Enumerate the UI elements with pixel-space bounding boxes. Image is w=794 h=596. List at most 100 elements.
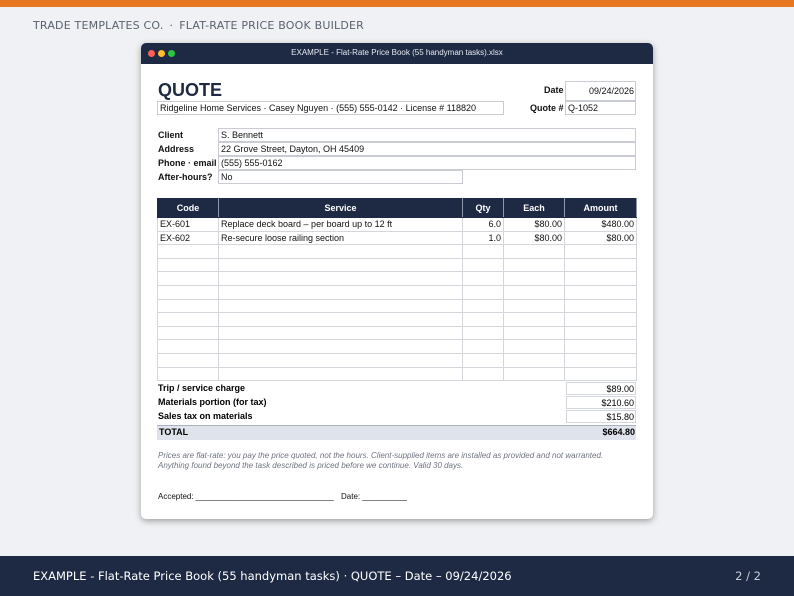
cell-amount[interactable]	[564, 284, 637, 300]
date-cell[interactable]: 09/24/2026	[565, 81, 636, 101]
cell-qty[interactable]	[462, 257, 504, 273]
table-row	[157, 312, 637, 327]
cell-qty[interactable]	[462, 244, 504, 259]
cell-code[interactable]: EX-601	[157, 217, 219, 232]
cell-amount[interactable]	[564, 298, 637, 314]
cell-each[interactable]	[503, 339, 565, 354]
after-hours-cell[interactable]: No	[218, 170, 463, 184]
table-row	[157, 284, 637, 300]
cell-each[interactable]	[503, 257, 565, 273]
cell-service[interactable]	[218, 312, 463, 327]
cell-service[interactable]	[218, 284, 463, 300]
date-label: Date	[544, 85, 564, 95]
cell-qty[interactable]	[462, 352, 504, 368]
sales-tax-value[interactable]: $15.80	[566, 410, 636, 423]
brand-header: TRADE TEMPLATES CO. · FLAT-RATE PRICE BOOK…	[33, 19, 364, 32]
column-header-service[interactable]: Service	[218, 198, 463, 218]
cell-each[interactable]	[503, 284, 565, 300]
table-row	[157, 257, 637, 273]
cell-qty[interactable]	[462, 298, 504, 314]
column-header-code[interactable]: Code	[157, 198, 219, 218]
materials-label: Materials portion (for tax)	[158, 397, 267, 407]
cell-each[interactable]	[503, 244, 565, 259]
cell-service[interactable]: Replace deck board – per board up to 12 …	[218, 217, 463, 232]
cell-each[interactable]: $80.00	[503, 217, 565, 232]
column-header-qty[interactable]: Qty	[462, 198, 504, 218]
cell-amount[interactable]	[564, 339, 637, 354]
quote-title: QUOTE	[158, 80, 223, 100]
client-label: Client	[158, 130, 184, 140]
cell-code[interactable]	[157, 284, 219, 300]
client-cell[interactable]: S. Bennett	[218, 128, 636, 142]
cell-amount[interactable]: $80.00	[564, 230, 637, 246]
cell-code[interactable]	[157, 339, 219, 354]
quote-number-cell[interactable]: Q-1052	[565, 101, 636, 115]
accepted-date-line[interactable]: Date: __________	[341, 492, 407, 501]
accepted-signature-line[interactable]: Accepted: ______________________________…	[158, 492, 334, 501]
table-row	[157, 298, 637, 314]
cell-qty[interactable]: 1.0	[462, 230, 504, 246]
column-header-each[interactable]: Each	[503, 198, 565, 218]
sales-tax-label: Sales tax on materials	[158, 411, 253, 421]
cell-amount[interactable]: $480.00	[564, 217, 637, 232]
cell-service[interactable]	[218, 366, 463, 382]
spreadsheet-window: EXAMPLE - Flat-Rate Price Book (55 handy…	[141, 43, 653, 519]
column-header-amount[interactable]: Amount	[564, 198, 637, 218]
table-row	[157, 339, 637, 354]
cell-amount[interactable]	[564, 244, 637, 259]
cell-service[interactable]	[218, 298, 463, 314]
cell-service[interactable]	[218, 352, 463, 368]
line-items-body: EX-601 Replace deck board – per board up …	[157, 217, 637, 382]
cell-amount[interactable]	[564, 366, 637, 382]
cell-qty[interactable]	[462, 366, 504, 382]
cell-service[interactable]	[218, 244, 463, 259]
cell-each[interactable]	[503, 271, 565, 286]
cell-code[interactable]: EX-602	[157, 230, 219, 246]
accent-top-bar	[0, 0, 794, 7]
cell-amount[interactable]	[564, 257, 637, 273]
cell-amount[interactable]	[564, 352, 637, 368]
trip-charge-value[interactable]: $89.00	[566, 382, 636, 395]
cell-each[interactable]: $80.00	[503, 230, 565, 246]
phone-email-cell[interactable]: (555) 555-0162	[218, 156, 636, 170]
cell-qty[interactable]	[462, 271, 504, 286]
cell-service[interactable]	[218, 325, 463, 341]
cell-each[interactable]	[503, 325, 565, 341]
materials-value[interactable]: $210.60	[566, 396, 636, 409]
line-items-table: Code Service Qty Each Amount EX-601 Repla…	[157, 198, 637, 382]
cell-code[interactable]	[157, 366, 219, 382]
cell-each[interactable]	[503, 312, 565, 327]
cell-each[interactable]	[503, 298, 565, 314]
cell-qty[interactable]	[462, 284, 504, 300]
total-row: TOTAL $664.80	[157, 425, 636, 440]
cell-qty[interactable]: 6.0	[462, 217, 504, 232]
quote-number-label: Quote #	[530, 103, 564, 113]
cell-service[interactable]	[218, 257, 463, 273]
cell-amount[interactable]	[564, 325, 637, 341]
cell-qty[interactable]	[462, 339, 504, 354]
cell-code[interactable]	[157, 325, 219, 341]
table-row: EX-602 Re-secure loose railing section 1.0…	[157, 230, 637, 246]
terms-note: Prices are flat-rate: you pay the price …	[158, 451, 604, 470]
total-value[interactable]: $664.80	[602, 427, 635, 437]
cell-amount[interactable]	[564, 312, 637, 327]
cell-code[interactable]	[157, 352, 219, 368]
cell-amount[interactable]	[564, 271, 637, 286]
cell-service[interactable]	[218, 339, 463, 354]
cell-code[interactable]	[157, 257, 219, 273]
window-titlebar: EXAMPLE - Flat-Rate Price Book (55 handy…	[141, 43, 653, 64]
brand-company: TRADE TEMPLATES CO.	[33, 19, 164, 32]
business-info-cell[interactable]: Ridgeline Home Services · Casey Nguyen ·…	[157, 101, 504, 115]
cell-code[interactable]	[157, 271, 219, 286]
cell-each[interactable]	[503, 352, 565, 368]
cell-qty[interactable]	[462, 325, 504, 341]
cell-service[interactable]: Re-secure loose railing section	[218, 230, 463, 246]
cell-code[interactable]	[157, 312, 219, 327]
cell-code[interactable]	[157, 244, 219, 259]
cell-qty[interactable]	[462, 312, 504, 327]
cell-service[interactable]	[218, 271, 463, 286]
address-cell[interactable]: 22 Grove Street, Dayton, OH 45409	[218, 142, 636, 156]
cell-code[interactable]	[157, 298, 219, 314]
cell-each[interactable]	[503, 366, 565, 382]
table-row	[157, 325, 637, 341]
